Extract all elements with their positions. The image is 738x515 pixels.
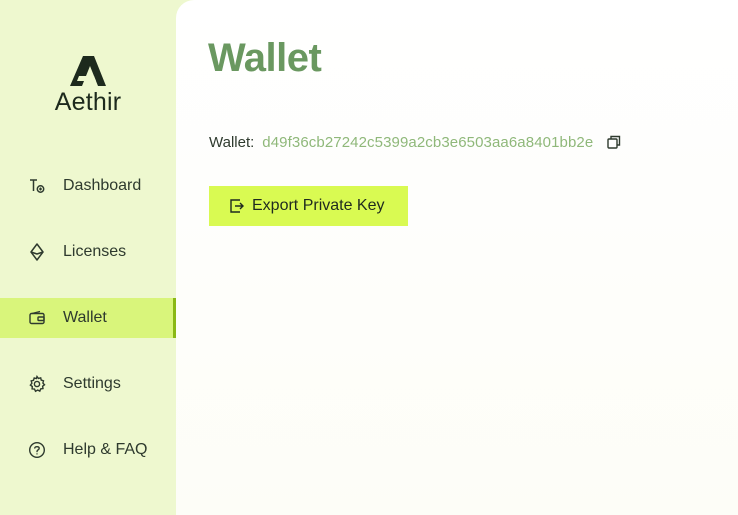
diamond-icon [28,243,46,261]
sidebar-item-label: Wallet [63,309,107,326]
sidebar-item-licenses[interactable]: Licenses [0,232,176,272]
export-icon [229,198,245,214]
export-private-key-button[interactable]: Export Private Key [209,186,408,226]
export-button-label: Export Private Key [252,197,385,214]
sidebar-item-label: Licenses [63,243,127,260]
sidebar-item-help[interactable]: Help & FAQ [0,430,176,470]
sidebar-item-label: Help & FAQ [63,441,148,458]
wallet-label: Wallet: [209,133,255,151]
wallet-address-row: Wallet: d49f36cb27242c5399a2cb3e6503aa6a… [209,132,622,152]
brand-name: Aethir [54,88,122,116]
help-circle-icon [28,441,46,459]
sidebar-item-wallet[interactable]: Wallet [0,298,176,338]
sidebar-item-label: Dashboard [63,177,142,194]
wallet-icon [28,309,46,327]
sidebar-item-label: Settings [63,375,121,392]
sidebar-nav: Dashboard Licenses Wallet Settings Help … [0,166,176,496]
aethir-logo-icon [70,56,106,86]
sidebar: Aethir Dashboard Licenses Wallet Setting… [0,0,176,515]
copy-icon[interactable] [606,134,622,150]
sidebar-item-settings[interactable]: Settings [0,364,176,404]
brand-logo[interactable]: Aethir [0,56,176,120]
page-title: Wallet [208,36,322,80]
gear-icon [28,375,46,393]
app-window: Aethir Dashboard Licenses Wallet Setting… [0,0,738,515]
main-content: Wallet Wallet: d49f36cb27242c5399a2cb3e6… [176,0,738,515]
sidebar-item-dashboard[interactable]: Dashboard [0,166,176,206]
dashboard-icon [28,177,46,195]
wallet-address: d49f36cb27242c5399a2cb3e6503aa6a8401bb2e [262,133,594,151]
